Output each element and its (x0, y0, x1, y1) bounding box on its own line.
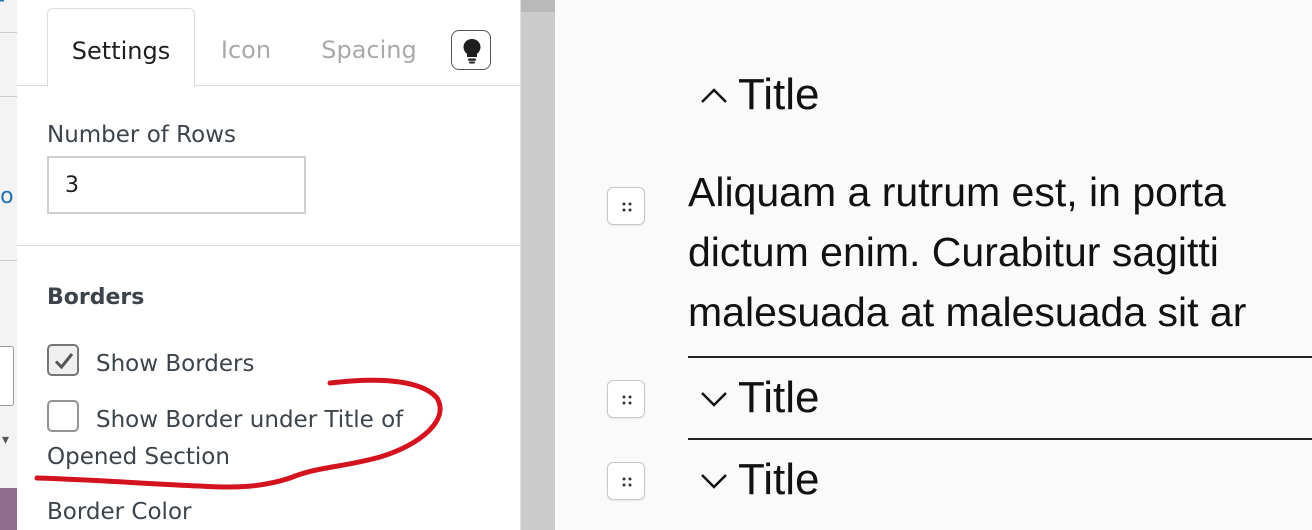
accordion-title-3[interactable]: Title (738, 455, 820, 505)
drag-handle-1[interactable] (607, 187, 645, 225)
settings-tabs: Settings Icon Spacing (17, 0, 521, 87)
drag-handle-icon (622, 202, 632, 212)
show-borders-label: Show Borders (96, 351, 255, 377)
chevron-up-icon[interactable] (700, 86, 728, 104)
show-borders-checkbox[interactable] (47, 344, 79, 376)
drag-handle-2[interactable] (607, 380, 645, 418)
checkmark-icon (54, 353, 74, 370)
accordion-title-2[interactable]: Title (738, 373, 820, 423)
section-divider (17, 245, 521, 246)
drag-handle-icon (622, 395, 632, 405)
editor-canvas: Title Aliquam a rutrum est, in porta dic… (555, 0, 1312, 530)
show-border-under-title-label-line2: Opened Section (47, 444, 230, 470)
tips-button[interactable] (451, 30, 491, 70)
admin-sidebar-edge: – lo ▾ (0, 0, 17, 530)
accordion-body-line: Aliquam a rutrum est, in porta (688, 169, 1226, 215)
accordion-body-1[interactable]: Aliquam a rutrum est, in porta dictum en… (688, 162, 1312, 342)
number-of-rows-input[interactable] (47, 156, 306, 214)
accordion-title-1[interactable]: Title (738, 70, 820, 120)
lightbulb-icon (463, 39, 481, 64)
block-settings-panel: Settings Icon Spacing Number of Rows Bor… (17, 0, 521, 530)
show-border-under-title-checkbox[interactable] (47, 400, 79, 432)
accordion-border (688, 438, 1312, 440)
border-color-label: Border Color (47, 499, 192, 525)
drag-handle-3[interactable] (607, 462, 645, 500)
accordion-body-line: malesuada at malesuada sit ar (688, 289, 1247, 335)
scrollbar-thumb[interactable] (521, 0, 555, 12)
borders-heading: Borders (47, 285, 145, 310)
tab-settings[interactable]: Settings (47, 8, 195, 87)
panel-scrollbar[interactable] (521, 0, 555, 530)
accordion-body-line: dictum enim. Curabitur sagitti (688, 229, 1219, 275)
number-of-rows-label: Number of Rows (47, 122, 236, 148)
chevron-down-icon[interactable] (700, 391, 728, 409)
accordion-border (688, 356, 1312, 358)
show-border-under-title-label-line1: Show Border under Title of (96, 407, 404, 433)
tab-icon[interactable]: Icon (215, 8, 277, 87)
tab-spacing[interactable]: Spacing (317, 8, 421, 87)
chevron-down-icon[interactable] (700, 473, 728, 491)
drag-handle-icon (622, 477, 632, 487)
